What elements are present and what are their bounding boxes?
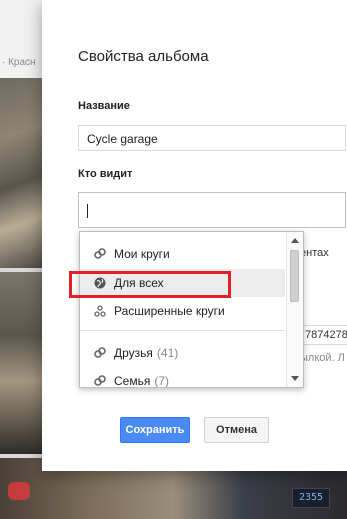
dropdown-item-my-circles[interactable]: Мои круги [80, 240, 285, 268]
member-count: (7) [154, 374, 170, 388]
name-label: Название [78, 100, 130, 112]
background-photo [0, 78, 42, 268]
scrollbar-thumb[interactable] [290, 250, 299, 302]
circles-icon [94, 375, 106, 387]
extended-circles-icon [94, 305, 106, 317]
background-object [8, 482, 30, 500]
obscured-text: ентах [300, 247, 329, 259]
visibility-dropdown: Мои круги Для всех Расширенные круги Дру… [79, 231, 304, 388]
cancel-button[interactable]: Отмена [204, 417, 269, 443]
dropdown-item-label: Мои круги [114, 247, 170, 261]
circles-icon [94, 248, 106, 260]
dropdown-item-label: Семья [114, 374, 151, 388]
dropdown-item-extended-circles[interactable]: Расширенные круги [80, 297, 285, 325]
scroll-down-arrow-icon[interactable] [291, 376, 299, 381]
visibility-input[interactable] [78, 192, 346, 228]
background-breadcrumb: · Красн [2, 57, 36, 68]
obscured-text: ылкой. Л [300, 352, 345, 364]
dropdown-item-family[interactable]: Семья (7) [80, 367, 285, 388]
dropdown-item-label: Друзья [114, 346, 153, 360]
background-meter-display: 2355 [292, 488, 330, 508]
background-photo [0, 272, 42, 454]
album-name-input[interactable]: Cycle garage [78, 125, 346, 151]
annotation-highlight-box [69, 271, 231, 298]
member-count: (41) [156, 346, 179, 360]
dropdown-scrollbar[interactable] [286, 232, 303, 387]
text-caret [87, 204, 88, 218]
dropdown-divider [80, 330, 285, 331]
dropdown-item-friends[interactable]: Друзья (41) [80, 339, 285, 367]
visibility-label: Кто видит [78, 168, 133, 180]
obscured-link-field[interactable]: 7874278 [300, 325, 347, 345]
dropdown-item-label: Расширенные круги [114, 304, 225, 318]
album-properties-dialog: Свойства альбома Название Cycle garage К… [42, 0, 347, 471]
dialog-title: Свойства альбома [78, 48, 209, 65]
circles-icon [94, 347, 106, 359]
save-button[interactable]: Сохранить [120, 417, 190, 443]
scroll-up-arrow-icon[interactable] [291, 238, 299, 243]
